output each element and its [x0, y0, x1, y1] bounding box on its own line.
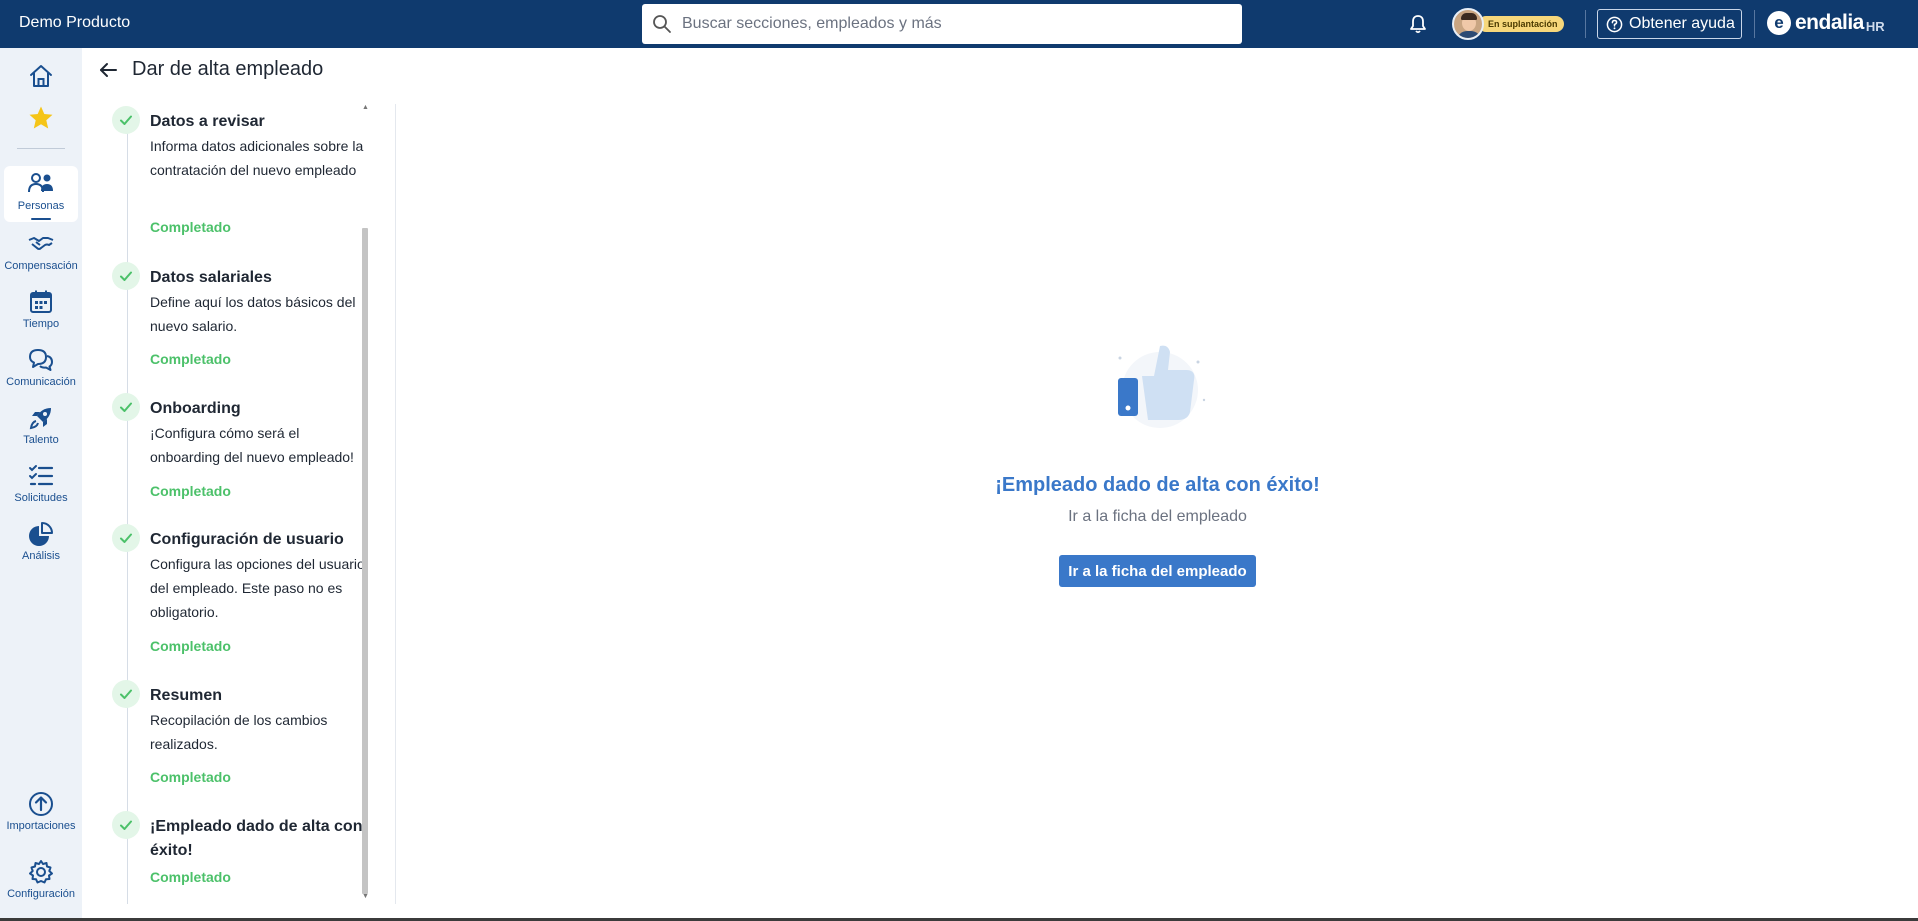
- step-description: Configura las opciones del usuario del e…: [150, 556, 365, 620]
- question-circle-icon: [1606, 16, 1623, 32]
- step-title: Resumen: [150, 687, 223, 704]
- divider: [1585, 10, 1586, 38]
- step-description: Informa datos adicionales sobre la contr…: [150, 138, 364, 178]
- nav-item-solicitudes[interactable]: Solicitudes: [0, 462, 82, 504]
- nav-item-home[interactable]: [0, 62, 82, 90]
- success-title: ¡Empleado dado de alta con éxito!: [995, 474, 1320, 496]
- step-title: Datos a revisar: [150, 113, 265, 130]
- nav-label: Solicitudes: [14, 492, 68, 504]
- nav-item-favorites[interactable]: [0, 104, 82, 132]
- steps-connector: [127, 124, 128, 904]
- thumbs-up-icon: [1118, 345, 1206, 428]
- arrow-left-icon[interactable]: [98, 60, 118, 80]
- step-title: ¡Empleado dado de alta con éxito!: [150, 818, 363, 859]
- scrollbar-thumb[interactable]: [362, 228, 368, 894]
- upload-circle-icon: [29, 792, 53, 816]
- nav-label: Tiempo: [22, 318, 60, 330]
- nav-label: Comunicación: [6, 376, 76, 388]
- brand-logo[interactable]: e endalia HR: [1767, 11, 1885, 35]
- impersonation-badge: En suplantación: [1478, 16, 1564, 32]
- bell-icon[interactable]: [1407, 13, 1429, 35]
- check-icon: [112, 811, 140, 839]
- check-icon: [112, 393, 140, 421]
- nav-active-indicator: [31, 218, 51, 220]
- step-description: ¡Configura cómo será el onboarding del n…: [150, 425, 354, 465]
- nav-item-tiempo[interactable]: Tiempo: [0, 288, 82, 330]
- page-title: Dar de alta empleado: [132, 58, 324, 80]
- step-status: Completado: [150, 638, 231, 654]
- nav-divider: [17, 148, 65, 149]
- help-button[interactable]: Obtener ayuda: [1597, 9, 1742, 39]
- star-icon: [29, 106, 53, 129]
- step-description: Recopilación de los cambios realizados.: [150, 712, 328, 752]
- handshake-icon: [28, 237, 54, 250]
- nav-label: Importaciones: [6, 820, 76, 832]
- rocket-icon: [29, 408, 51, 430]
- nav-label: Personas: [17, 200, 65, 212]
- brand-logo-icon: e: [1767, 11, 1791, 35]
- app-name[interactable]: Demo Producto: [19, 14, 130, 32]
- step-status: Completado: [150, 483, 231, 499]
- brand-name: endalia: [1795, 11, 1864, 34]
- left-nav: Personas Compensación Tiempo Comunicació…: [0, 48, 82, 921]
- scroll-up-arrow[interactable]: ▲: [362, 104, 369, 111]
- step-title: Configuración de usuario: [150, 531, 344, 548]
- chat-icon: [29, 349, 53, 371]
- user-menu[interactable]: En suplantación: [1452, 8, 1564, 40]
- go-to-employee-button[interactable]: Ir a la ficha del empleado: [1059, 555, 1256, 587]
- brand-suffix: HR: [1865, 18, 1885, 34]
- search-input[interactable]: [682, 15, 1222, 33]
- steps-panel: Datos a revisar Informa datos adicionale…: [82, 104, 374, 908]
- nav-item-comunicacion[interactable]: Comunicación: [0, 346, 82, 388]
- nav-label: Análisis: [22, 550, 60, 562]
- divider: [1754, 10, 1755, 38]
- help-label: Obtener ayuda: [1629, 15, 1735, 32]
- scroll-down-arrow[interactable]: ▼: [362, 893, 369, 900]
- search-box[interactable]: [642, 4, 1242, 44]
- top-bar: Demo Producto En suplantación Obtener ay…: [0, 0, 1918, 48]
- check-icon: [112, 262, 140, 290]
- step-status: Completado: [150, 219, 231, 235]
- page-header: Dar de alta empleado: [98, 58, 323, 81]
- nav-item-compensacion[interactable]: Compensación: [0, 230, 82, 272]
- step-title: Onboarding: [150, 400, 241, 417]
- nav-item-importaciones[interactable]: Importaciones: [0, 790, 82, 832]
- avatar: [1452, 8, 1484, 40]
- step-status: Completado: [150, 869, 231, 885]
- home-icon: [30, 65, 52, 87]
- nav-label: Talento: [23, 434, 59, 446]
- success-subtitle: Ir a la ficha del empleado: [1068, 508, 1247, 525]
- search-icon: [653, 15, 671, 33]
- panel-divider: [395, 104, 396, 904]
- gear-icon: [29, 860, 53, 884]
- step-title: Datos salariales: [150, 269, 272, 286]
- step-status: Completado: [150, 351, 231, 367]
- checklist-icon: [29, 465, 54, 486]
- nav-label: Compensación: [4, 260, 78, 272]
- check-icon: [112, 106, 140, 134]
- pie-chart-icon: [29, 522, 53, 546]
- nav-item-personas[interactable]: Personas: [0, 170, 82, 212]
- nav-label: Configuración: [7, 888, 75, 900]
- step-description: Define aquí los datos básicos del nuevo …: [150, 294, 356, 334]
- nav-item-configuracion[interactable]: Configuración: [0, 858, 82, 900]
- step-status: Completado: [150, 769, 231, 785]
- calendar-icon: [30, 290, 52, 313]
- check-icon: [112, 524, 140, 552]
- people-icon: [28, 173, 53, 193]
- nav-item-talento[interactable]: Talento: [0, 404, 82, 446]
- check-icon: [112, 680, 140, 708]
- nav-item-analisis[interactable]: Análisis: [0, 520, 82, 562]
